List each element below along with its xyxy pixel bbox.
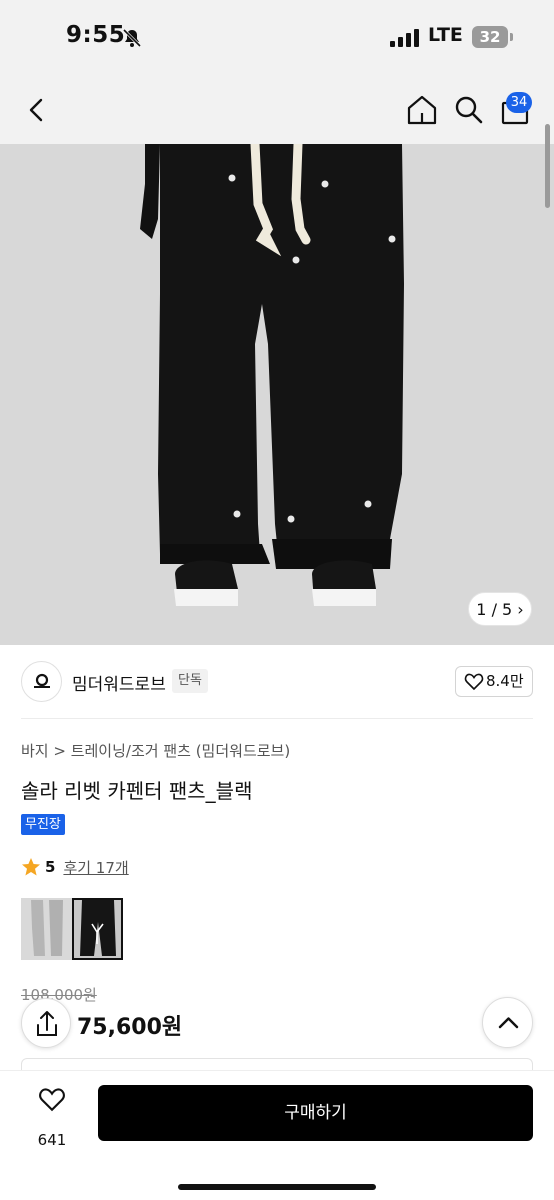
back-arrow-icon[interactable] <box>20 93 54 127</box>
thumbnail-photo <box>21 898 72 960</box>
image-counter[interactable]: 1 / 5 › <box>468 592 532 626</box>
signal-icon <box>390 29 420 47</box>
star-icon <box>22 858 40 876</box>
color-thumbnail-gray[interactable] <box>21 898 72 960</box>
scroll-top-button[interactable] <box>482 997 533 1048</box>
wishlist-button[interactable]: 641 <box>22 1085 82 1149</box>
search-icon[interactable] <box>452 93 486 127</box>
brand-logo[interactable] <box>21 661 62 702</box>
share-icon <box>37 1011 57 1036</box>
chevron-up-icon <box>498 1017 519 1029</box>
product-title: 솔라 리벳 카펜터 팬츠_블랙 <box>21 779 253 803</box>
product-image[interactable] <box>0 144 554 645</box>
battery-icon: 32 <box>472 26 508 48</box>
heart-icon <box>464 673 484 691</box>
promo-badge: 무진장 <box>21 814 65 835</box>
divider <box>21 718 533 719</box>
buy-button[interactable]: 구매하기 <box>98 1085 533 1141</box>
status-time: 9:55 <box>66 22 126 48</box>
status-bar: 9:55 LTE 32 <box>0 0 554 76</box>
thumbnail-photo <box>74 900 121 958</box>
product-photo <box>0 144 554 645</box>
heart-icon <box>39 1088 65 1112</box>
image-counter-text: 1 / 5 <box>476 600 513 619</box>
brand-logo-mark <box>34 673 50 688</box>
bottom-action-bar: 641 구매하기 <box>0 1070 554 1200</box>
home-icon[interactable] <box>405 93 439 127</box>
wishlist-count: 641 <box>37 1131 67 1149</box>
exclusive-tag: 단독 <box>172 669 208 693</box>
nav-bar <box>0 76 554 144</box>
bell-off-icon <box>122 28 142 48</box>
brand-like-count: 8.4만 <box>486 672 524 690</box>
scroll-indicator <box>545 124 550 208</box>
review-count-link[interactable]: 후기 17개 <box>63 857 128 878</box>
brand-like-button[interactable]: 8.4만 <box>455 666 533 697</box>
breadcrumb[interactable]: 바지 > 트레이닝/조거 팬츠 (밈더워드로브) <box>21 740 290 761</box>
network-type: LTE <box>428 24 463 46</box>
rating-row[interactable]: 5 후기 17개 <box>21 856 129 878</box>
share-button[interactable] <box>21 998 71 1048</box>
cart-count-badge: 34 <box>506 92 532 113</box>
home-indicator <box>178 1184 376 1190</box>
color-thumbnail-black[interactable] <box>72 898 123 960</box>
rating-score: 5 <box>45 858 56 876</box>
battery-cap <box>510 33 513 41</box>
brand-name[interactable]: 밈더워드로브 <box>72 670 166 695</box>
sale-price: 75,600원 <box>77 1015 183 1040</box>
